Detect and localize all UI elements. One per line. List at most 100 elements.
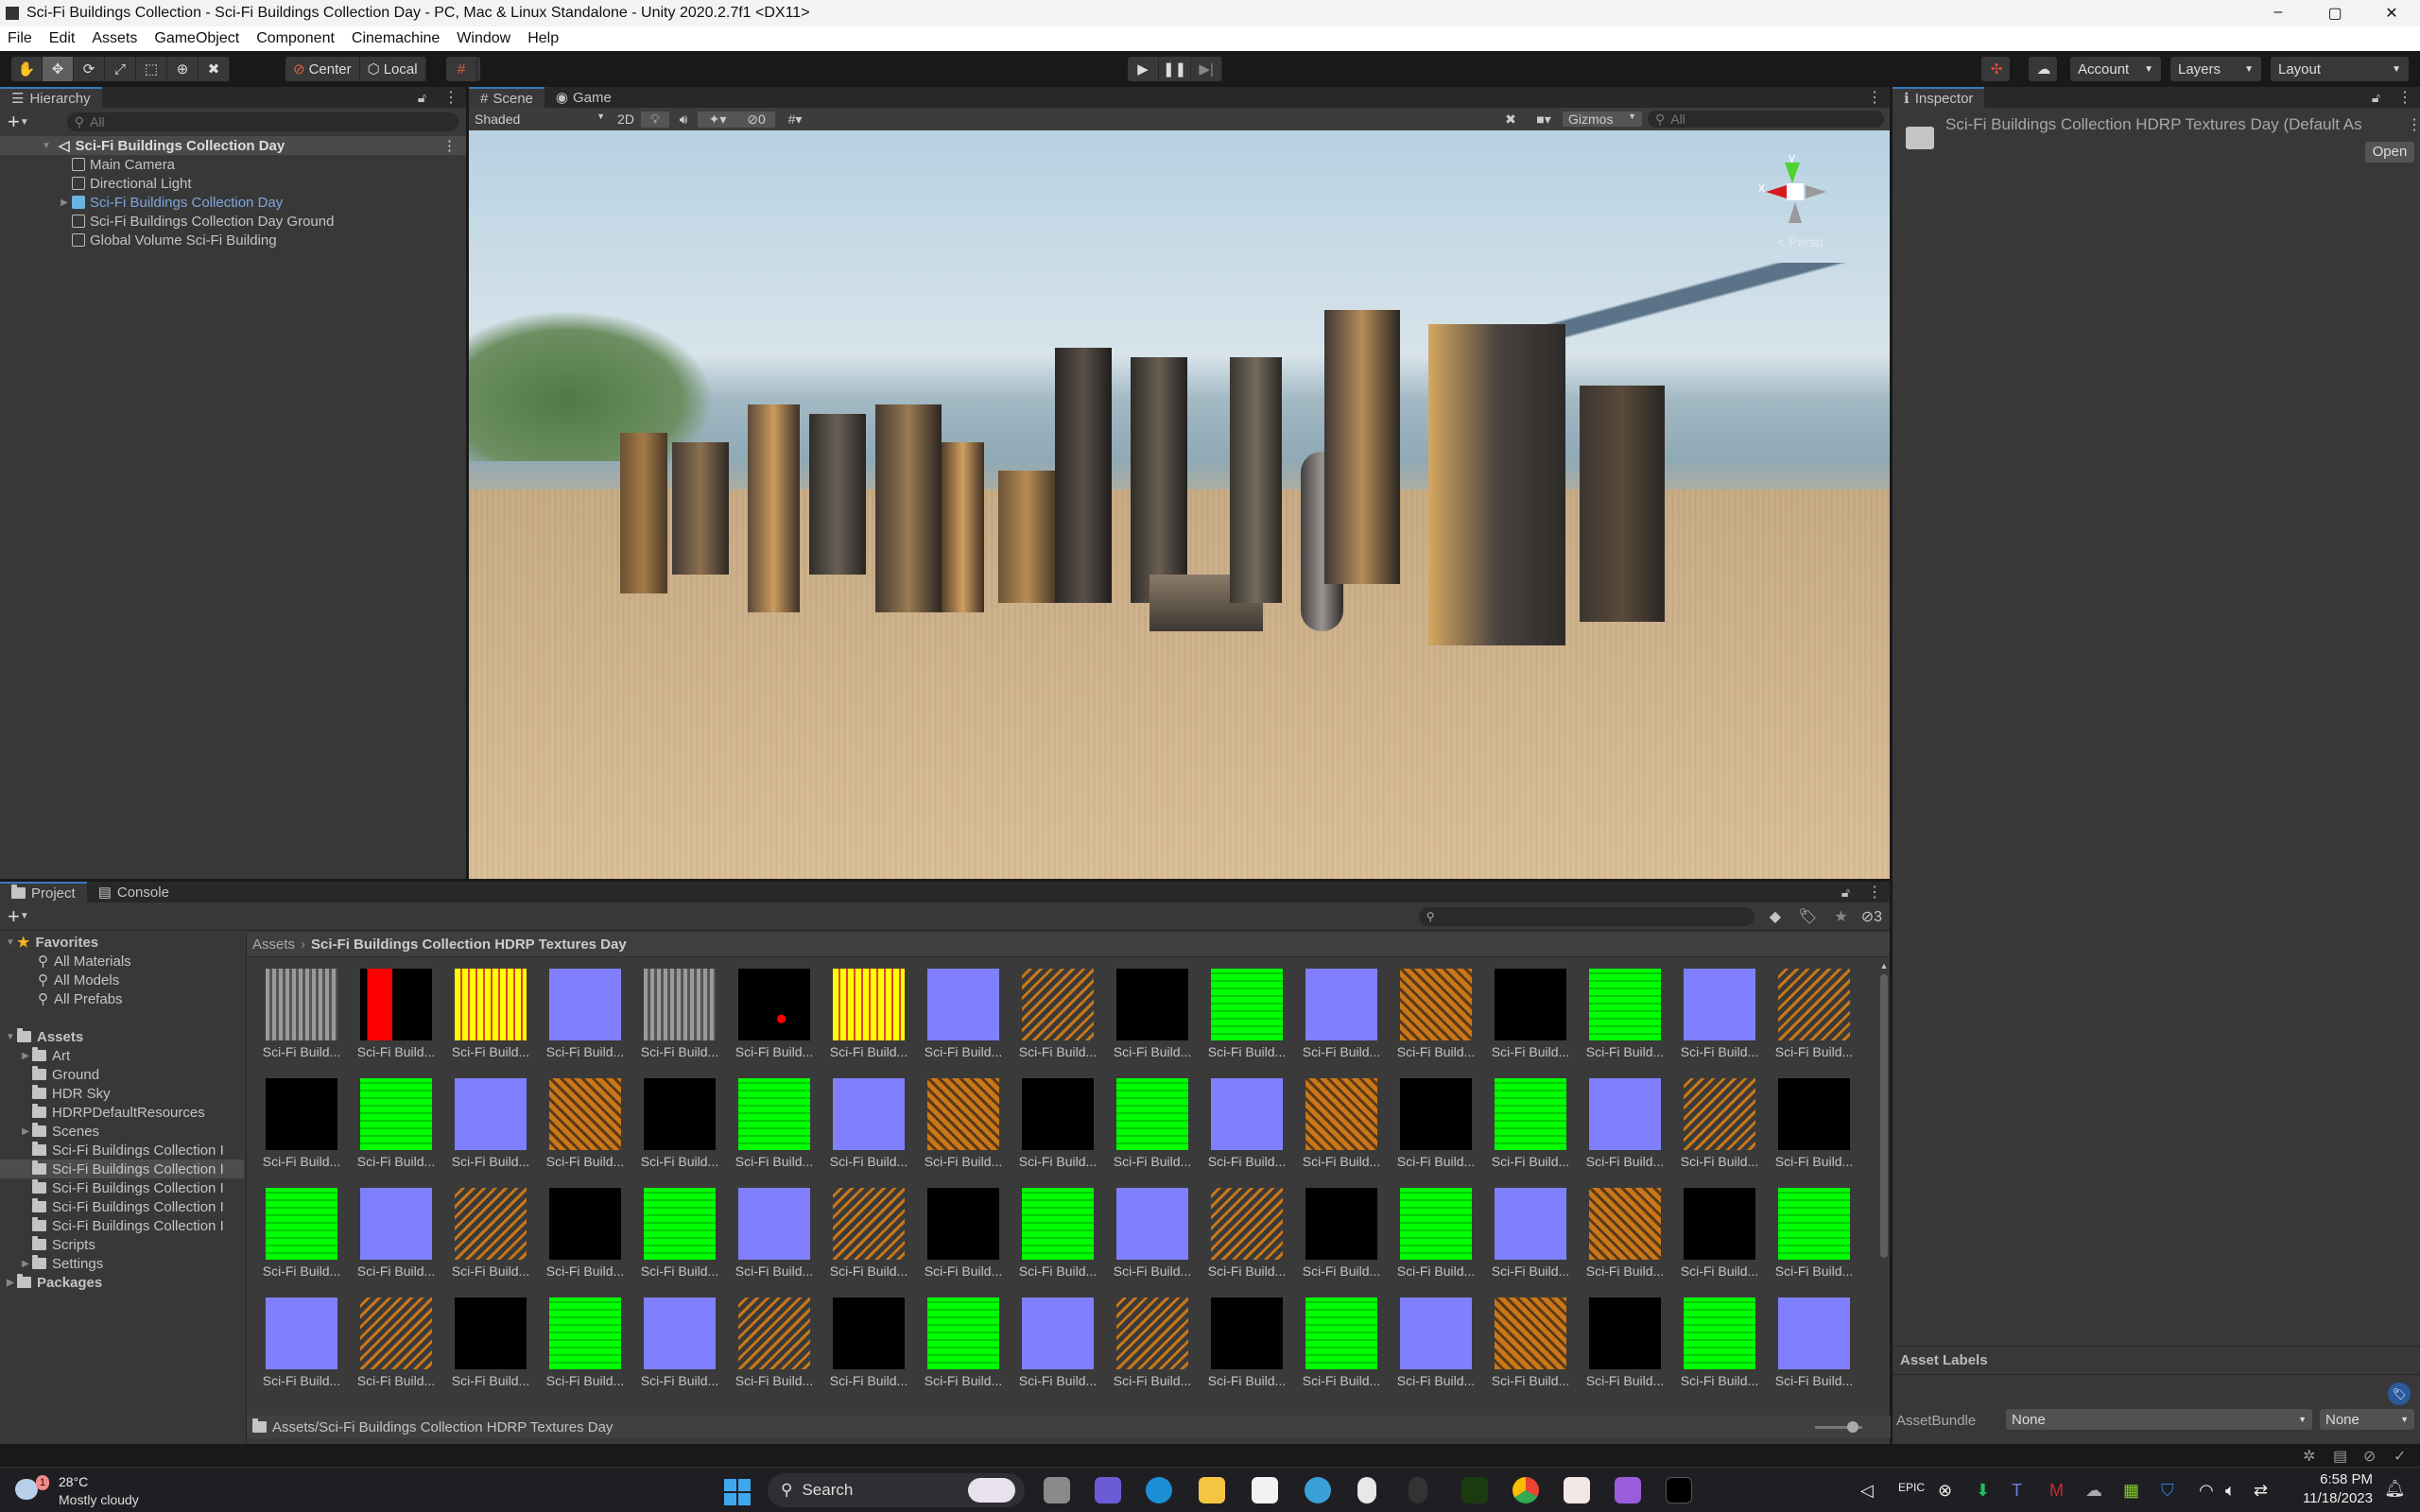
lock-icon[interactable]: 🔓︎	[418, 90, 426, 106]
texture-label[interactable]: Sci-Fi Build...	[254, 1373, 349, 1388]
hand-tool-button[interactable]: ✋	[11, 57, 43, 81]
shading-mode-dropdown[interactable]: Shaded ▼	[469, 112, 611, 127]
camera-dropdown[interactable]: ■▾	[1525, 112, 1563, 128]
texture-thumbnail[interactable]	[1589, 1078, 1661, 1150]
pivot-local-toggle[interactable]: ⬡ Local	[360, 57, 426, 81]
lock-icon[interactable]: 🔓︎	[1841, 885, 1850, 901]
favorite-item[interactable]: ⚲ All Models	[0, 971, 244, 989]
texture-label[interactable]: Sci-Fi Build...	[632, 1373, 727, 1388]
texture-label[interactable]: Sci-Fi Build...	[1767, 1263, 1861, 1279]
axis-neg-y-cone[interactable]	[1789, 202, 1802, 223]
teams-chat-icon[interactable]	[1095, 1477, 1121, 1503]
breadcrumb-assets[interactable]: Assets	[252, 936, 295, 953]
file-explorer-icon[interactable]	[1199, 1477, 1225, 1503]
texture-thumbnail[interactable]	[1211, 1078, 1283, 1150]
texture-label[interactable]: Sci-Fi Build...	[1578, 1263, 1672, 1279]
texture-label[interactable]: Sci-Fi Build...	[821, 1154, 916, 1169]
rotate-tool-button[interactable]: ⟳	[74, 57, 105, 81]
texture-thumbnail[interactable]	[549, 1078, 621, 1150]
texture-label[interactable]: Sci-Fi Build...	[1200, 1154, 1294, 1169]
texture-thumbnail[interactable]	[1022, 1188, 1094, 1260]
volume-icon[interactable]: 🔈︎	[2225, 1481, 2236, 1501]
collab-button[interactable]: ✣	[1981, 57, 2010, 81]
texture-thumbnail[interactable]	[927, 1078, 999, 1150]
effects-dropdown[interactable]: ✦▾	[698, 111, 737, 128]
texture-thumbnail[interactable]	[1400, 1188, 1472, 1260]
open-button[interactable]: Open	[2365, 142, 2414, 163]
texture-thumbnail[interactable]	[455, 1078, 527, 1150]
close-button[interactable]: ✕	[2363, 4, 2420, 23]
texture-thumbnail[interactable]	[1116, 969, 1188, 1040]
unity-taskbar-icon[interactable]	[1666, 1477, 1692, 1503]
texture-label[interactable]: Sci-Fi Build...	[1389, 1044, 1483, 1059]
texture-thumbnail[interactable]	[1116, 1297, 1188, 1369]
scene-viewport[interactable]: y x < Persp	[469, 130, 1890, 879]
texture-label[interactable]: Sci-Fi Build...	[349, 1373, 443, 1388]
favorite-star-icon[interactable]: ★	[1834, 907, 1847, 926]
assetbundle-variant-dropdown[interactable]: None ▼	[2320, 1409, 2414, 1430]
texture-thumbnail[interactable]	[455, 1188, 527, 1260]
favorite-item[interactable]: ⚲ All Prefabs	[0, 989, 244, 1008]
tools-toggle[interactable]: ✖	[1496, 112, 1525, 128]
hidden-packages-toggle[interactable]: ⊘3	[1861, 907, 1882, 926]
texture-label[interactable]: Sci-Fi Build...	[1483, 1263, 1578, 1279]
texture-thumbnail[interactable]	[1211, 1297, 1283, 1369]
scale-tool-button[interactable]: ⤢	[105, 57, 136, 81]
microsoft-store-icon[interactable]	[1252, 1477, 1278, 1503]
texture-thumbnail[interactable]	[738, 1188, 810, 1260]
teams-tray-icon[interactable]: T	[2012, 1481, 2022, 1501]
texture-thumbnail[interactable]	[833, 1297, 905, 1369]
texture-thumbnail[interactable]	[1400, 969, 1472, 1040]
expand-triangle-icon[interactable]: ▶	[4, 1278, 17, 1288]
texture-label[interactable]: Sci-Fi Build...	[1389, 1373, 1483, 1388]
folder-item[interactable]: Sci-Fi Buildings Collection I	[0, 1178, 244, 1197]
texture-label[interactable]: Sci-Fi Build...	[1011, 1154, 1105, 1169]
minimize-button[interactable]: –	[2250, 4, 2307, 23]
nvidia-icon[interactable]	[1461, 1477, 1488, 1503]
texture-thumbnail[interactable]	[644, 969, 716, 1040]
texture-thumbnail[interactable]	[1495, 1297, 1566, 1369]
hierarchy-item[interactable]: Sci-Fi Buildings Collection Day Ground	[0, 212, 466, 231]
assets-root[interactable]: ▼ Assets	[0, 1027, 244, 1046]
menu-file[interactable]: File	[8, 30, 32, 47]
texture-label[interactable]: Sci-Fi Build...	[1200, 1373, 1294, 1388]
texture-label[interactable]: Sci-Fi Build...	[1011, 1263, 1105, 1279]
pivot-center-toggle[interactable]: ⊘ Center	[285, 57, 360, 81]
texture-label[interactable]: Sci-Fi Build...	[1105, 1154, 1200, 1169]
chevron-down-icon[interactable]: ▼	[20, 911, 29, 921]
expand-triangle-icon[interactable]: ▶	[57, 198, 72, 208]
texture-label[interactable]: Sci-Fi Build...	[1294, 1154, 1389, 1169]
texture-thumbnail[interactable]	[360, 1078, 432, 1150]
maximize-button[interactable]: ▢	[2307, 4, 2363, 23]
kebab-menu-icon[interactable]: ⋮	[443, 88, 458, 107]
texture-thumbnail[interactable]	[1495, 969, 1566, 1040]
texture-thumbnail[interactable]	[1022, 1297, 1094, 1369]
download-icon[interactable]: ⬇	[1976, 1481, 1990, 1501]
menu-cinemachine[interactable]: Cinemachine	[352, 30, 440, 47]
texture-thumbnail[interactable]	[266, 1078, 337, 1150]
edge-icon[interactable]	[1146, 1477, 1172, 1503]
texture-label[interactable]: Sci-Fi Build...	[443, 1263, 538, 1279]
tag-icon[interactable]: 🏷︎	[2388, 1383, 2411, 1405]
texture-label[interactable]: Sci-Fi Build...	[1200, 1263, 1294, 1279]
texture-thumbnail[interactable]	[1589, 1297, 1661, 1369]
texture-label[interactable]: Sci-Fi Build...	[1389, 1154, 1483, 1169]
texture-thumbnail[interactable]	[1778, 1297, 1850, 1369]
axis-x-cone[interactable]	[1766, 185, 1787, 198]
search-by-label-icon[interactable]: 🏷︎	[1798, 907, 1817, 926]
tab-hierarchy[interactable]: ☰ Hierarchy	[0, 87, 102, 108]
assetbundle-dropdown[interactable]: None ▼	[2006, 1409, 2312, 1430]
project-search-input[interactable]: ⚲	[1418, 906, 1754, 926]
texture-thumbnail[interactable]	[266, 1188, 337, 1260]
texture-thumbnail[interactable]	[360, 1297, 432, 1369]
texture-thumbnail[interactable]	[1778, 1078, 1850, 1150]
toggle-2d-button[interactable]: 2D	[611, 112, 641, 127]
texture-label[interactable]: Sci-Fi Build...	[1483, 1373, 1578, 1388]
texture-thumbnail[interactable]	[644, 1297, 716, 1369]
axis-neg-x-cone[interactable]	[1806, 185, 1826, 198]
texture-thumbnail[interactable]	[927, 1188, 999, 1260]
texture-label[interactable]: Sci-Fi Build...	[443, 1154, 538, 1169]
check-icon[interactable]: ✓	[2394, 1447, 2406, 1466]
auto-generate-lighting-icon[interactable]: ⊘	[2363, 1447, 2376, 1466]
defender-warning-icon[interactable]: ⛉	[2161, 1481, 2174, 1501]
